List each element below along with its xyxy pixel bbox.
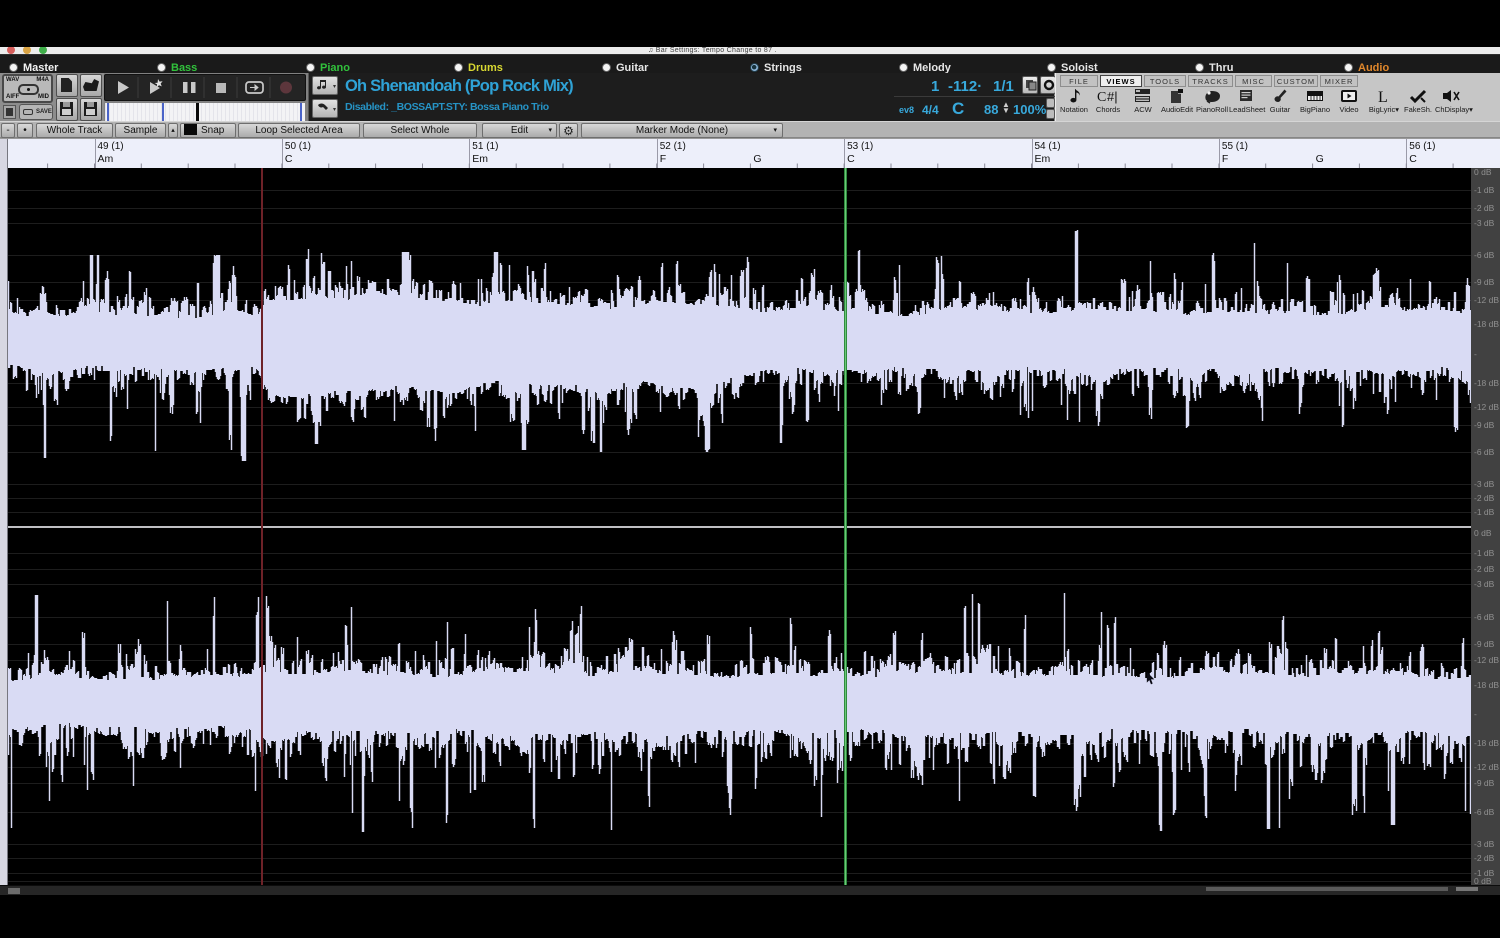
svg-text:C: C — [1097, 90, 1106, 104]
svg-text:L: L — [1378, 89, 1388, 104]
svg-text:#|: #| — [1107, 89, 1118, 104]
